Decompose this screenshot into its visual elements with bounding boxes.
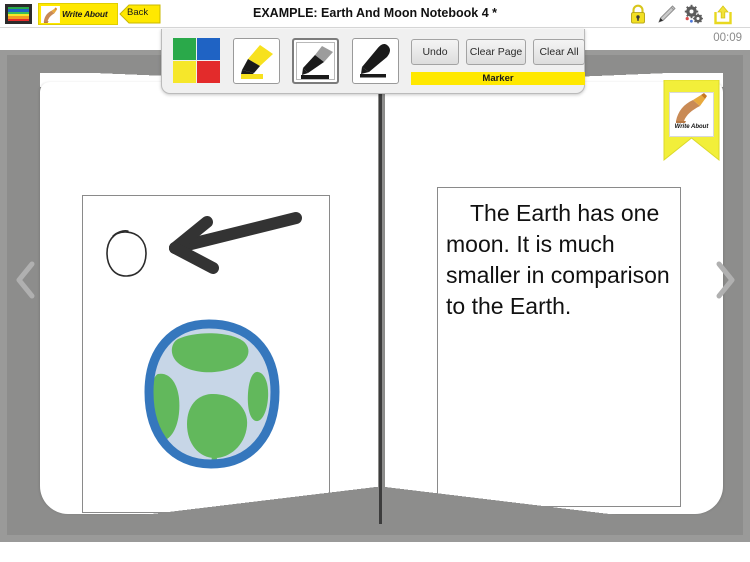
book-spine — [379, 82, 382, 524]
story-text-frame[interactable]: The Earth has one moon. It is much small… — [437, 187, 681, 507]
color-swatch-yellow[interactable] — [173, 61, 196, 83]
marker-icon — [301, 46, 333, 79]
page-bottom-curve-right — [382, 485, 714, 525]
undo-button[interactable]: Undo — [411, 39, 459, 65]
color-swatch-red[interactable] — [197, 61, 220, 83]
color-picker-button[interactable] — [173, 38, 220, 84]
pencil-icon[interactable] — [655, 4, 677, 25]
session-timer: 00:09 — [713, 32, 742, 44]
drawing-tool-panel: Undo Clear Page Clear All Marker — [161, 29, 585, 94]
bookmark-label: Write About — [674, 124, 709, 130]
color-swatch-blue[interactable] — [197, 38, 220, 60]
next-page-arrow-icon[interactable] — [714, 258, 738, 302]
pen-tool-button[interactable] — [352, 38, 399, 84]
gears-icon[interactable] — [683, 4, 705, 25]
notebook-background: The Earth has one moon. It is much small… — [0, 50, 750, 542]
lock-icon[interactable] — [627, 4, 649, 25]
earth-and-moon-drawing — [106, 212, 302, 469]
page-bottom-curve-left — [47, 485, 379, 525]
highlighter-icon — [241, 45, 273, 79]
pen-icon — [360, 44, 390, 78]
color-swatch-green[interactable] — [173, 38, 196, 60]
hand-writing-icon — [670, 93, 713, 123]
share-icon[interactable] — [712, 4, 734, 25]
prev-page-arrow-icon[interactable] — [12, 258, 36, 302]
write-about-app: Write About Back EXAMPLE: Earth And Moon… — [0, 0, 750, 562]
active-tool-status-bar: Marker — [411, 72, 585, 85]
notebook-spread: The Earth has one moon. It is much small… — [7, 55, 743, 535]
top-toolbar: Write About Back EXAMPLE: Earth And Moon… — [0, 0, 750, 28]
clear-all-button[interactable]: Clear All — [533, 39, 585, 65]
highlighter-tool-button[interactable] — [233, 38, 280, 84]
story-text: The Earth has one moon. It is much small… — [446, 200, 670, 319]
drawing-canvas[interactable] — [82, 195, 330, 513]
notebook-page-left[interactable] — [40, 82, 378, 514]
clear-page-button[interactable]: Clear Page — [466, 39, 526, 65]
bookmark-card: Write About — [669, 92, 714, 137]
marker-tool-button[interactable] — [292, 38, 339, 84]
bookmark-ribbon[interactable]: Write About — [660, 79, 723, 175]
